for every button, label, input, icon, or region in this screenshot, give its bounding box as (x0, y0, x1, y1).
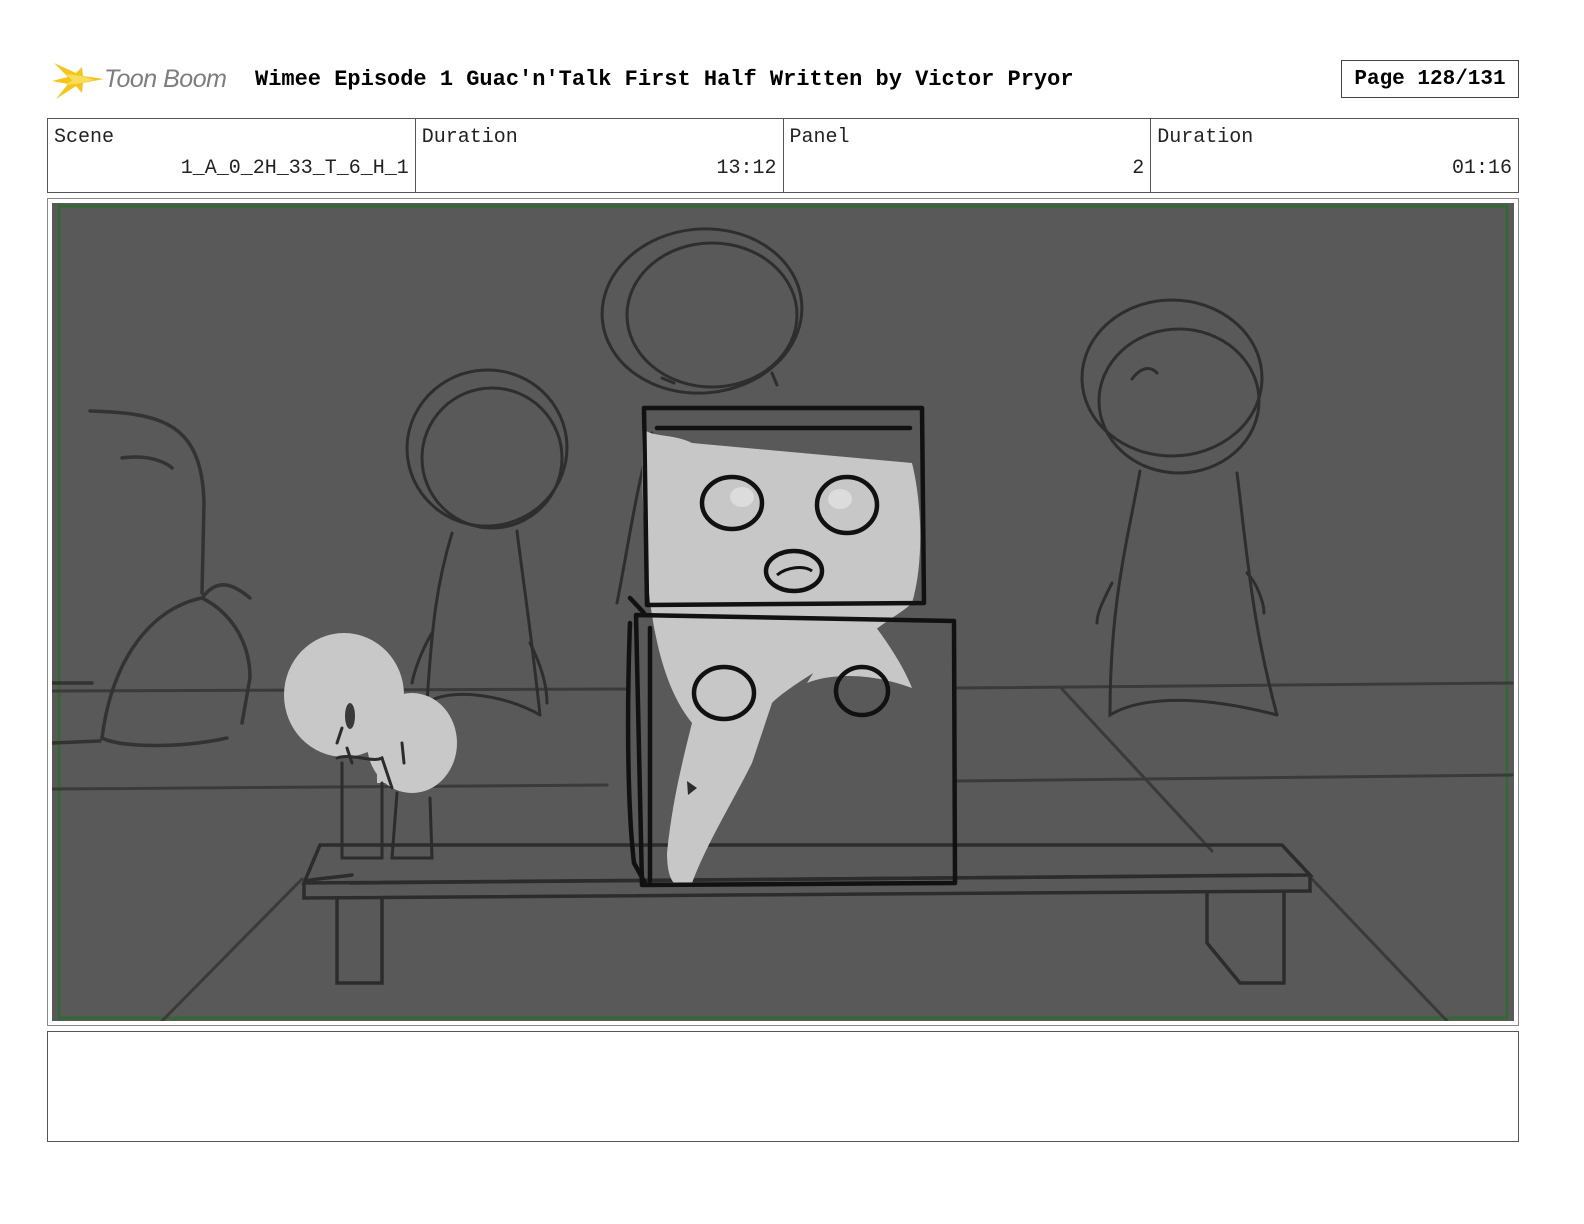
panel-cell: Panel 2 (784, 119, 1152, 192)
logo-text: Toon Boom (104, 65, 227, 93)
notes-box (47, 1031, 1519, 1142)
scene-info-table: Scene 1_A_0_2H_33_T_6_H_1 Duration 13:12… (47, 118, 1519, 193)
panel-duration-cell: Duration 01:16 (1151, 119, 1518, 192)
page-header: Toon Boom Wimee Episode 1 Guac'n'Talk Fi… (52, 55, 1542, 105)
panel-label: Panel (789, 126, 850, 149)
starburst-icon (52, 63, 104, 99)
page-number: Page 128/131 (1341, 60, 1519, 98)
duration-value: 13:12 (716, 157, 777, 180)
scene-duration-cell: Duration 13:12 (416, 119, 784, 192)
duration-label: Duration (421, 126, 518, 149)
toon-boom-logo: Toon Boom (52, 57, 242, 103)
scene-label: Scene (54, 126, 115, 149)
panel-duration-label: Duration (1157, 126, 1254, 149)
storyboard-panel (47, 198, 1519, 1026)
document-title: Wimee Episode 1 Guac'n'Talk First Half W… (255, 67, 1074, 92)
scene-cell: Scene 1_A_0_2H_33_T_6_H_1 (48, 119, 416, 192)
panel-sketch (52, 203, 1514, 1021)
panel-duration-value: 01:16 (1451, 157, 1512, 180)
scene-value: 1_A_0_2H_33_T_6_H_1 (180, 157, 409, 180)
panel-value: 2 (1132, 157, 1145, 180)
